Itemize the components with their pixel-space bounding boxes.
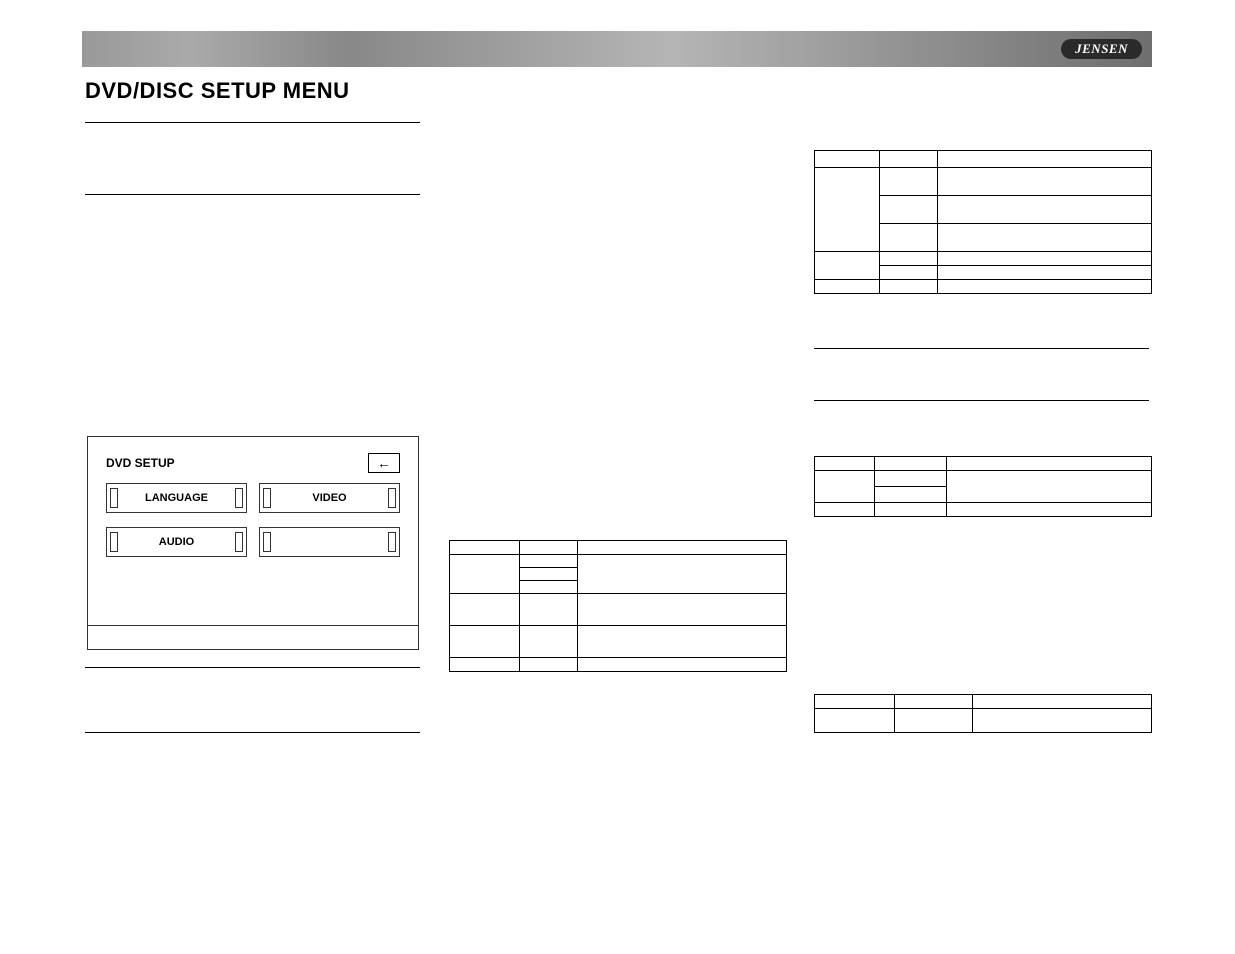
cell xyxy=(520,626,578,658)
cell xyxy=(815,151,880,168)
panel-button-row: LANGUAGE VIDEO xyxy=(88,481,418,513)
table-row xyxy=(450,594,787,626)
divider xyxy=(85,122,420,123)
cell xyxy=(880,151,938,168)
divider xyxy=(85,194,420,195)
brand-logo: JENSEN xyxy=(1061,39,1142,59)
cell xyxy=(880,280,938,294)
table-row xyxy=(815,280,1152,294)
empty-button[interactable] xyxy=(259,527,400,557)
cell xyxy=(815,168,880,252)
panel-footer xyxy=(88,625,418,649)
cell xyxy=(578,658,787,672)
video-button[interactable]: VIDEO xyxy=(259,483,400,513)
cell xyxy=(875,487,947,503)
cell xyxy=(875,457,947,471)
cell xyxy=(520,594,578,626)
cell xyxy=(973,709,1152,733)
cell xyxy=(815,457,875,471)
table-header-row xyxy=(815,695,1152,709)
cell xyxy=(938,266,1152,280)
cell xyxy=(938,280,1152,294)
cell xyxy=(880,224,938,252)
table-row xyxy=(815,471,1152,487)
cell xyxy=(938,168,1152,196)
panel-button-row: AUDIO xyxy=(88,525,418,557)
cell xyxy=(578,555,787,594)
cell xyxy=(815,709,895,733)
cell xyxy=(450,626,520,658)
cell xyxy=(815,280,880,294)
table-row xyxy=(450,555,787,568)
table-row xyxy=(815,709,1152,733)
table-header-row xyxy=(450,541,787,555)
cell xyxy=(578,541,787,555)
cell xyxy=(520,658,578,672)
cell xyxy=(520,555,578,568)
divider xyxy=(814,348,1149,349)
cell xyxy=(815,503,875,517)
audio-button[interactable]: AUDIO xyxy=(106,527,247,557)
cell xyxy=(895,709,973,733)
table-row xyxy=(815,252,1152,266)
cell xyxy=(815,695,895,709)
cell xyxy=(815,471,875,503)
table-row xyxy=(815,168,1152,196)
cell xyxy=(938,252,1152,266)
divider xyxy=(814,400,1149,401)
cell xyxy=(947,471,1152,503)
cell xyxy=(450,658,520,672)
cell xyxy=(880,196,938,224)
cell xyxy=(938,151,1152,168)
table-middle xyxy=(449,540,787,672)
panel-title: DVD SETUP xyxy=(106,456,175,470)
cell xyxy=(578,594,787,626)
cell xyxy=(450,555,520,594)
cell xyxy=(520,581,578,594)
cell xyxy=(875,471,947,487)
table-header-row xyxy=(815,457,1152,471)
cell xyxy=(880,266,938,280)
divider xyxy=(85,667,420,668)
cell xyxy=(815,252,880,280)
cell xyxy=(520,568,578,581)
cell xyxy=(875,503,947,517)
cell xyxy=(973,695,1152,709)
table-row xyxy=(450,626,787,658)
table-middle-right xyxy=(814,456,1152,517)
table-row xyxy=(815,503,1152,517)
table-row xyxy=(450,658,787,672)
cell xyxy=(880,168,938,196)
back-icon[interactable]: ← xyxy=(368,453,400,473)
table-header-row xyxy=(815,151,1152,168)
cell xyxy=(938,224,1152,252)
cell xyxy=(947,503,1152,517)
cell xyxy=(520,541,578,555)
table-top-right xyxy=(814,150,1152,294)
cell xyxy=(895,695,973,709)
cell xyxy=(450,594,520,626)
panel-header: DVD SETUP ← xyxy=(88,437,418,481)
table-bottom-right xyxy=(814,694,1152,733)
divider xyxy=(85,732,420,733)
page-title: DVD/DISC SETUP MENU xyxy=(85,78,350,104)
cell xyxy=(880,252,938,266)
cell xyxy=(450,541,520,555)
dvd-setup-panel: DVD SETUP ← LANGUAGE VIDEO AUDIO xyxy=(87,436,419,650)
language-button[interactable]: LANGUAGE xyxy=(106,483,247,513)
cell xyxy=(938,196,1152,224)
cell xyxy=(947,457,1152,471)
top-banner: JENSEN xyxy=(82,31,1152,67)
cell xyxy=(578,626,787,658)
